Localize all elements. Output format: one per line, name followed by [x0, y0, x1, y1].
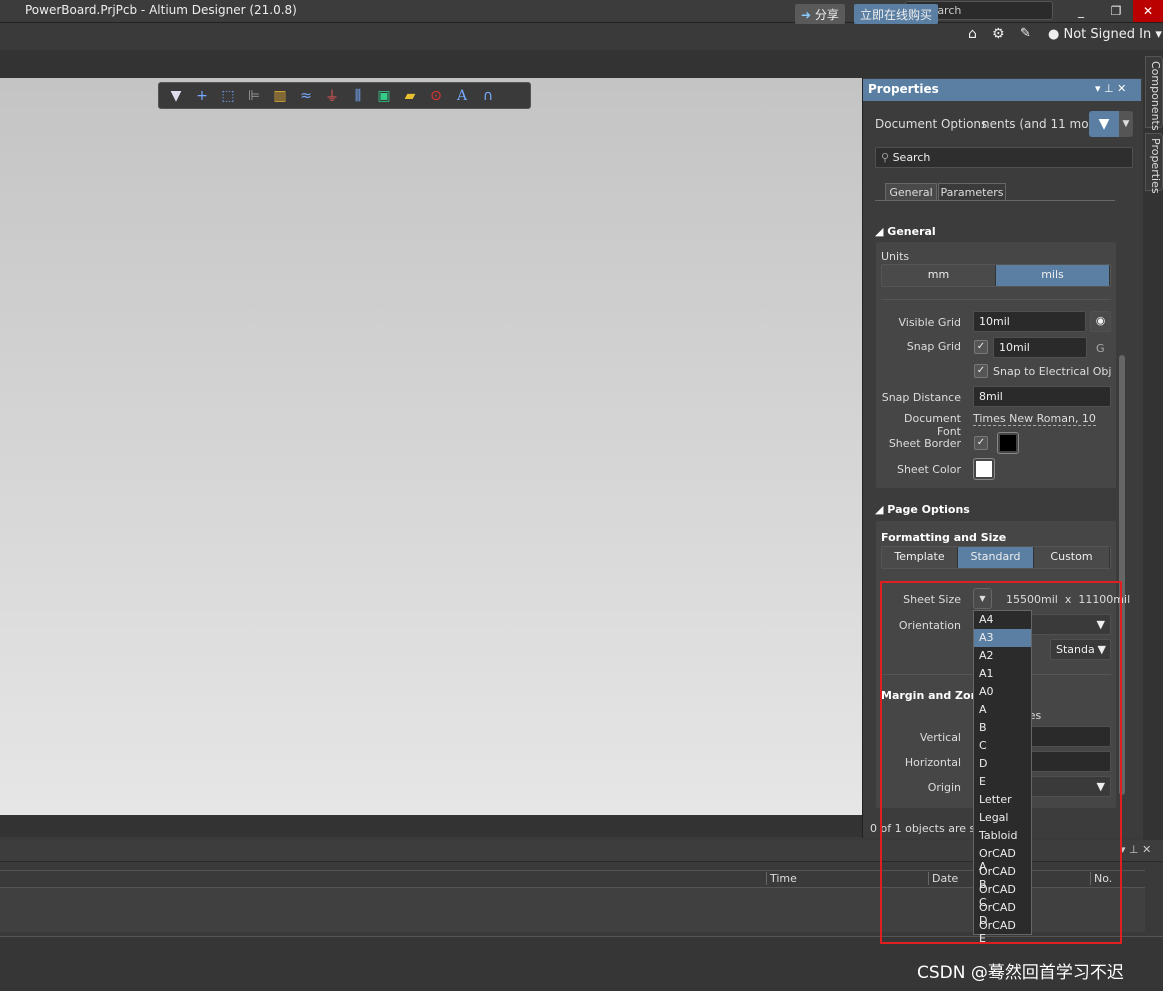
formatting-mode-toggle: Template Standard Custom: [881, 546, 1111, 569]
bus-icon[interactable]: ⫼: [347, 88, 369, 104]
filter-icon: ▼: [1098, 116, 1110, 132]
select-rect-icon[interactable]: ⬚: [217, 88, 239, 104]
formatting-label: Formatting and Size: [881, 531, 1007, 544]
side-tab-components[interactable]: Components: [1145, 56, 1163, 131]
snap-distance-label: Snap Distance: [881, 391, 961, 404]
notifications-off-icon[interactable]: ✎: [1020, 26, 1031, 41]
document-font-label: Document Font: [904, 412, 961, 438]
sheet-color-swatch[interactable]: [973, 458, 995, 480]
panel-controls[interactable]: ▾ ⊥ ✕: [1120, 843, 1151, 856]
section-page-options[interactable]: ◢ Page Options: [875, 503, 970, 516]
visible-grid-input[interactable]: 10mil: [973, 311, 1086, 332]
snap-electrical-checkbox[interactable]: ✓: [974, 364, 988, 378]
mode-template[interactable]: Template: [882, 547, 958, 568]
menu-bar: [0, 22, 1163, 50]
watermark: CSDN @蓦然回首学习不迟: [917, 963, 1124, 983]
document-font-link[interactable]: Times New Roman, 10: [973, 412, 1096, 426]
status-bar: [0, 815, 862, 837]
snap-grid-label: Snap Grid: [906, 340, 961, 353]
component-icon[interactable]: ▥: [269, 88, 291, 104]
designator-icon[interactable]: ▰: [399, 88, 421, 104]
snap-grid-shortcut: G: [1096, 342, 1105, 355]
units-toggle: mm mils: [881, 264, 1111, 287]
sheet-border-color-swatch[interactable]: [997, 432, 1019, 454]
arc-icon[interactable]: ∩: [477, 88, 499, 104]
side-tab-properties[interactable]: Properties: [1145, 133, 1163, 194]
sheet-border-label: Sheet Border: [888, 437, 961, 450]
home-icon[interactable]: ⌂: [968, 26, 977, 42]
units-mils[interactable]: mils: [996, 265, 1110, 286]
sheet-color-label: Sheet Color: [896, 463, 961, 476]
snap-grid-checkbox[interactable]: ✓: [974, 340, 988, 354]
probe-icon[interactable]: ⊙: [425, 88, 447, 104]
snap-electrical-label: Snap to Electrical Obje: [993, 365, 1111, 378]
restore-button[interactable]: ❐: [1098, 0, 1134, 22]
net-icon[interactable]: ≈: [295, 88, 317, 104]
divider: [881, 299, 1111, 300]
filter-button[interactable]: ▼: [1089, 111, 1119, 137]
snap-distance-input[interactable]: 8mil: [973, 386, 1111, 407]
search-icon: ⚲: [881, 151, 890, 164]
visible-grid-label: Visible Grid: [898, 316, 961, 329]
close-button[interactable]: ✕: [1133, 0, 1163, 22]
properties-search-input[interactable]: ⚲ Search: [875, 147, 1133, 168]
units-mm[interactable]: mm: [882, 265, 996, 286]
filter-summary: nents (and 11 more): [982, 117, 1106, 131]
tab-divider: [875, 200, 1115, 201]
gear-icon[interactable]: ⚙: [992, 26, 1005, 42]
properties-header: Properties ▾ ⊥ ✕: [863, 79, 1141, 101]
align-icon[interactable]: ⊫: [243, 88, 265, 104]
schematic-canvas[interactable]: [0, 78, 862, 815]
ground-icon[interactable]: ⏚: [321, 86, 343, 106]
cross-icon[interactable]: +: [191, 88, 213, 104]
active-bar-toolbar: ▼ + ⬚ ⊫ ▥ ≈ ⏚ ⫼ ▣ ▰ ⊙ A ∩: [158, 82, 531, 109]
eye-icon[interactable]: ◉: [1090, 311, 1111, 332]
share-button[interactable]: ➜ 分享: [795, 4, 845, 24]
filter-dropdown-button[interactable]: ▼: [1119, 111, 1133, 137]
column-time[interactable]: Time: [766, 872, 797, 885]
sheet-border-checkbox[interactable]: ✓: [974, 436, 988, 450]
panel-controls[interactable]: ▾ ⊥ ✕: [1095, 82, 1126, 95]
mode-standard[interactable]: Standard: [958, 547, 1034, 568]
buy-online-button[interactable]: 立即在线购买: [854, 4, 939, 24]
filter-icon[interactable]: ▼: [165, 88, 187, 104]
mode-custom[interactable]: Custom: [1034, 547, 1110, 568]
tab-parameters[interactable]: Parameters: [938, 183, 1006, 201]
user-icon: ●: [1048, 27, 1060, 42]
minimize-button[interactable]: _: [1063, 0, 1099, 22]
units-label: Units: [881, 250, 910, 263]
chip-icon[interactable]: ▣: [373, 88, 395, 104]
account-menu[interactable]: ● Not Signed In ▾: [1048, 27, 1162, 42]
share-icon: ➜: [801, 8, 812, 22]
snap-grid-input[interactable]: 10mil: [993, 337, 1087, 358]
tab-general[interactable]: General: [885, 183, 937, 201]
window-title: PowerBoard.PrjPcb - Altium Designer (21.…: [25, 3, 297, 17]
section-general[interactable]: ◢ General: [875, 225, 936, 238]
document-tab-strip: [0, 50, 1143, 78]
text-icon[interactable]: A: [451, 88, 473, 104]
document-options-label: Document Options: [875, 117, 988, 131]
highlight-box: [880, 581, 1122, 944]
